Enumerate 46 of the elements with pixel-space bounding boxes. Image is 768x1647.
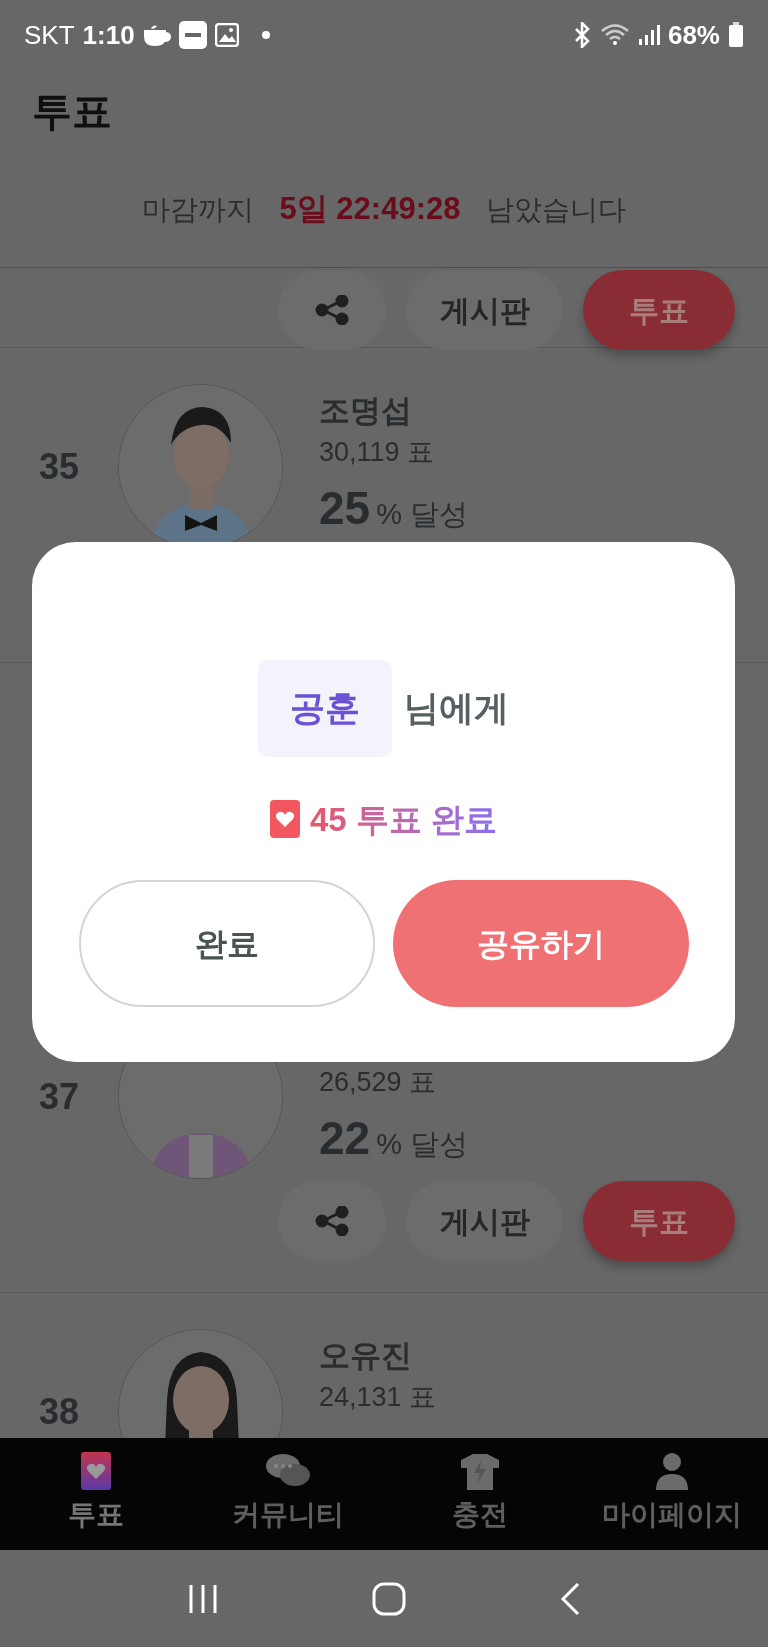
countdown-time: 5일 22:49:28 — [279, 190, 461, 229]
battery-percent: 68% — [667, 18, 720, 52]
dot-icon — [260, 30, 271, 40]
signal-icon — [637, 24, 660, 46]
page-title: 투표 — [32, 88, 112, 135]
heart-card-icon — [81, 1452, 111, 1490]
percent-value: 25 — [319, 481, 371, 536]
nav-tab[interactable]: 커뮤니티 — [192, 1438, 384, 1550]
recipient-name: 공훈 — [258, 660, 392, 757]
vote-button[interactable]: 투표 — [583, 1181, 735, 1261]
heart-card-icon — [269, 800, 300, 839]
nav-tab[interactable]: 마이페이지 — [576, 1438, 768, 1550]
candidate-name: 오유진 — [319, 1338, 412, 1373]
board-button[interactable]: 게시판 — [406, 270, 563, 350]
vote-count: 26,529 표 — [319, 1066, 438, 1099]
share-button[interactable]: 공유하기 — [392, 880, 689, 1007]
nav-tab[interactable]: 충전 — [384, 1438, 576, 1550]
carrier-label: SKT — [24, 18, 75, 52]
candidate-name: 조명섭 — [319, 393, 412, 428]
vote-count: 30,119 표 — [319, 436, 436, 469]
app-badge-icon — [178, 21, 207, 49]
wifi-icon — [599, 23, 630, 47]
percent-value: 22 — [319, 1111, 371, 1166]
recipient-suffix: 님에게 — [404, 687, 509, 729]
cup-icon — [142, 23, 171, 47]
rank-number: 37 — [38, 1074, 79, 1119]
nav-tab[interactable]: 투표 — [0, 1438, 192, 1550]
percent-label: % 달성 — [376, 497, 468, 532]
share-icon — [315, 1206, 349, 1236]
battery-icon — [728, 22, 744, 48]
home-icon[interactable] — [372, 1581, 406, 1616]
done-button[interactable]: 완료 — [78, 880, 375, 1007]
vote-button[interactable]: 투표 — [583, 270, 735, 350]
board-button[interactable]: 게시판 — [406, 1181, 563, 1261]
rank-number: 38 — [38, 1389, 79, 1434]
percent-label: % 달성 — [376, 1127, 468, 1162]
countdown-label: 마감까지 — [141, 192, 254, 227]
person-icon — [655, 1452, 689, 1490]
vote-count: 24,131 표 — [319, 1381, 437, 1414]
clock: 1:10 — [82, 18, 135, 52]
image-icon — [214, 23, 239, 47]
back-icon[interactable] — [559, 1581, 582, 1616]
lightning-shirt-icon — [459, 1452, 501, 1490]
countdown-suffix: 남았습니다 — [486, 192, 627, 227]
share-icon — [315, 295, 349, 325]
rank-number: 35 — [38, 444, 79, 489]
